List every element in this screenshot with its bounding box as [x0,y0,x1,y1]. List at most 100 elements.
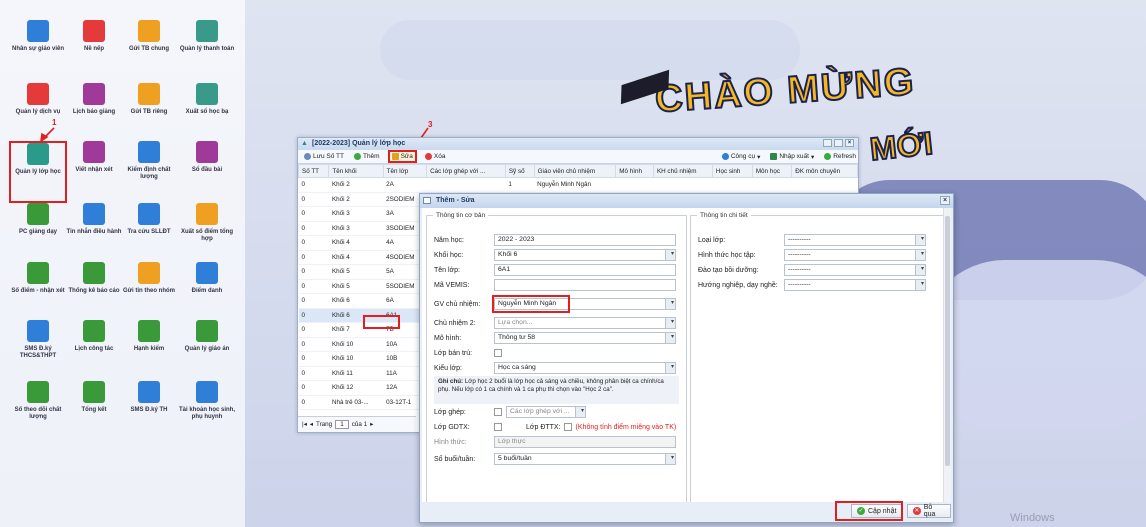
table-cell [712,177,753,193]
model-select[interactable]: Thông tư 58 ▾ [494,332,676,344]
column-header[interactable]: KH chủ nhiệm [652,164,713,178]
table-cell: Khối 2 [328,177,384,193]
column-header[interactable]: Giáo viên chủ nhiệm [533,164,617,178]
field-class-type: Kiểu lớp: Học ca sáng ▾ [434,362,676,374]
grade-label: Khối học: [434,251,464,259]
edit-button[interactable]: Sửa [387,150,417,163]
field-boarding: Lớp bán trú: [434,347,506,359]
vocational-select[interactable]: ---------- ▾ [784,279,926,291]
table-cell: 0 [298,380,329,396]
chevron-down-icon: ▾ [580,408,584,414]
field-model: Mô hình: Thông tư 58 ▾ [434,332,676,344]
scrollbar-thumb[interactable] [945,216,950,466]
boarding-label: Lớp bán trú: [434,349,473,357]
table-cell: Khối 10 [328,351,384,367]
grade-value: Khối 6 [498,251,518,258]
tools-menu-button[interactable]: Công cụ ▾ [720,152,762,162]
table-cell [752,177,792,193]
table-cell: Khối 3 [328,221,384,236]
teacher-highlight-box [492,295,570,313]
table-cell: Khối 4 [328,235,384,251]
refresh-icon [824,153,832,160]
chevron-down-icon: ▾ [920,236,924,242]
add-label: Thêm [362,153,380,160]
sessions-select[interactable]: 5 buổi/tuần ▾ [494,453,676,465]
table-cell: Nhà trẻ 03-... [328,395,384,410]
prev-page-icon[interactable]: ◂ [310,421,313,428]
add-button[interactable]: Thêm [352,152,382,161]
class-kind-label: Loại lớp: [698,236,726,244]
first-page-icon[interactable]: |◂ [302,421,307,428]
column-header[interactable]: Sỹ số [504,164,535,178]
table-cell: 0 [298,366,329,381]
training-select[interactable]: ---------- ▾ [784,264,926,276]
column-header[interactable]: Các lớp ghép với ... [426,164,506,178]
import-export-button[interactable]: Nhập xuất ▾ [768,152,816,162]
grade-select[interactable]: Khối 6 ▾ [494,249,676,261]
window-toolbar: Lưu Số TT Thêm Sửa Xóa Công cụ ▾ Nhập xuấ… [298,150,858,164]
class-kind-value: ---------- [788,236,811,243]
study-form-label: Hình thức học tập: [698,251,756,259]
delete-button[interactable]: Xóa [423,152,448,161]
edit-label: Sửa [400,153,413,160]
column-header[interactable]: Học sinh [711,164,753,178]
update-highlight-box [835,501,903,521]
table-cell: 0 [298,192,329,207]
window-controls: × [823,139,854,147]
co-homeroom-select[interactable]: Lựa chọn... ▾ [494,317,676,329]
field-training: Đào tạo bồi dưỡng: ---------- ▾ [698,264,926,276]
co-homeroom-label: Chủ nhiệm 2: [434,319,476,327]
column-header[interactable]: Tên lớp [382,164,428,178]
field-vocational: Hướng nghiệp, dạy nghề: ---------- ▾ [698,279,926,291]
maximize-button[interactable] [834,139,843,147]
model-label: Mô hình: [434,334,462,342]
table-cell: Khối 3 [328,206,384,222]
chevron-down-icon: ▾ [670,334,674,340]
detail-info-legend: Thông tin chi tiết [700,212,748,219]
class-type-select[interactable]: Học ca sáng ▾ [494,362,676,374]
close-icon[interactable]: × [845,139,854,147]
save-order-button[interactable]: Lưu Số TT [302,152,346,161]
column-header[interactable]: Số TT [297,164,330,178]
dialog-title-bar: Thêm - Sửa × [420,194,953,208]
dialog-scrollbar[interactable] [943,208,951,504]
column-header[interactable]: ĐK môn chuyên [791,164,858,178]
table-cell: 0 [298,337,329,352]
column-header[interactable]: Môn học [751,164,793,178]
table-cell [653,177,713,193]
table-cell: 1 [505,177,535,193]
pager: |◂ ◂ Trang 1 của 1 ▸ [298,416,416,432]
next-page-icon[interactable]: ▸ [370,421,373,428]
class-name-input[interactable]: 6A1 [494,264,676,276]
page-number-input[interactable]: 1 [335,420,349,429]
dttx-checkbox[interactable] [563,423,572,431]
field-class-kind: Loại lớp: ---------- ▾ [698,234,926,246]
column-header[interactable]: Tên khối [328,164,384,178]
boarding-checkbox[interactable] [494,349,502,357]
minimize-button[interactable] [823,139,832,147]
chevron-down-icon: ▾ [920,251,924,257]
vemis-input[interactable] [494,279,676,291]
table-cell: Khối 5 [328,264,384,280]
table-row[interactable]: 0 Khối 2 2A 1 Nguyễn Minh Ngân [298,177,858,193]
study-form-select[interactable]: ---------- ▾ [784,249,926,261]
model-value: Thông tư 58 [498,334,536,341]
class-type-value: Học ca sáng [498,364,536,371]
column-header[interactable]: Mô hình [615,164,654,178]
close-icon[interactable]: × [940,196,950,205]
tools-label: Công cụ [730,153,756,160]
delete-label: Xóa [433,153,446,160]
class-kind-select[interactable]: ---------- ▾ [784,234,926,246]
merged-class-select[interactable]: Các lớp ghép với ... ▾ [506,406,586,418]
merged-class-checkbox[interactable] [494,408,502,416]
table-cell: Khối 11 [328,366,384,381]
class-name-label: Tên lớp: [434,266,460,274]
refresh-button[interactable]: Refresh [822,152,858,161]
field-vemis: Mã VEMIS: [434,279,676,291]
cancel-button[interactable]: ✕ Bỏ qua [907,504,951,518]
co-homeroom-placeholder: Lựa chọn... [498,319,533,326]
school-year-input[interactable]: 2022 - 2023 [494,234,676,246]
refresh-label: Refresh [833,153,856,160]
gdtx-checkbox[interactable] [494,423,502,431]
school-year-label: Năm học: [434,236,464,244]
